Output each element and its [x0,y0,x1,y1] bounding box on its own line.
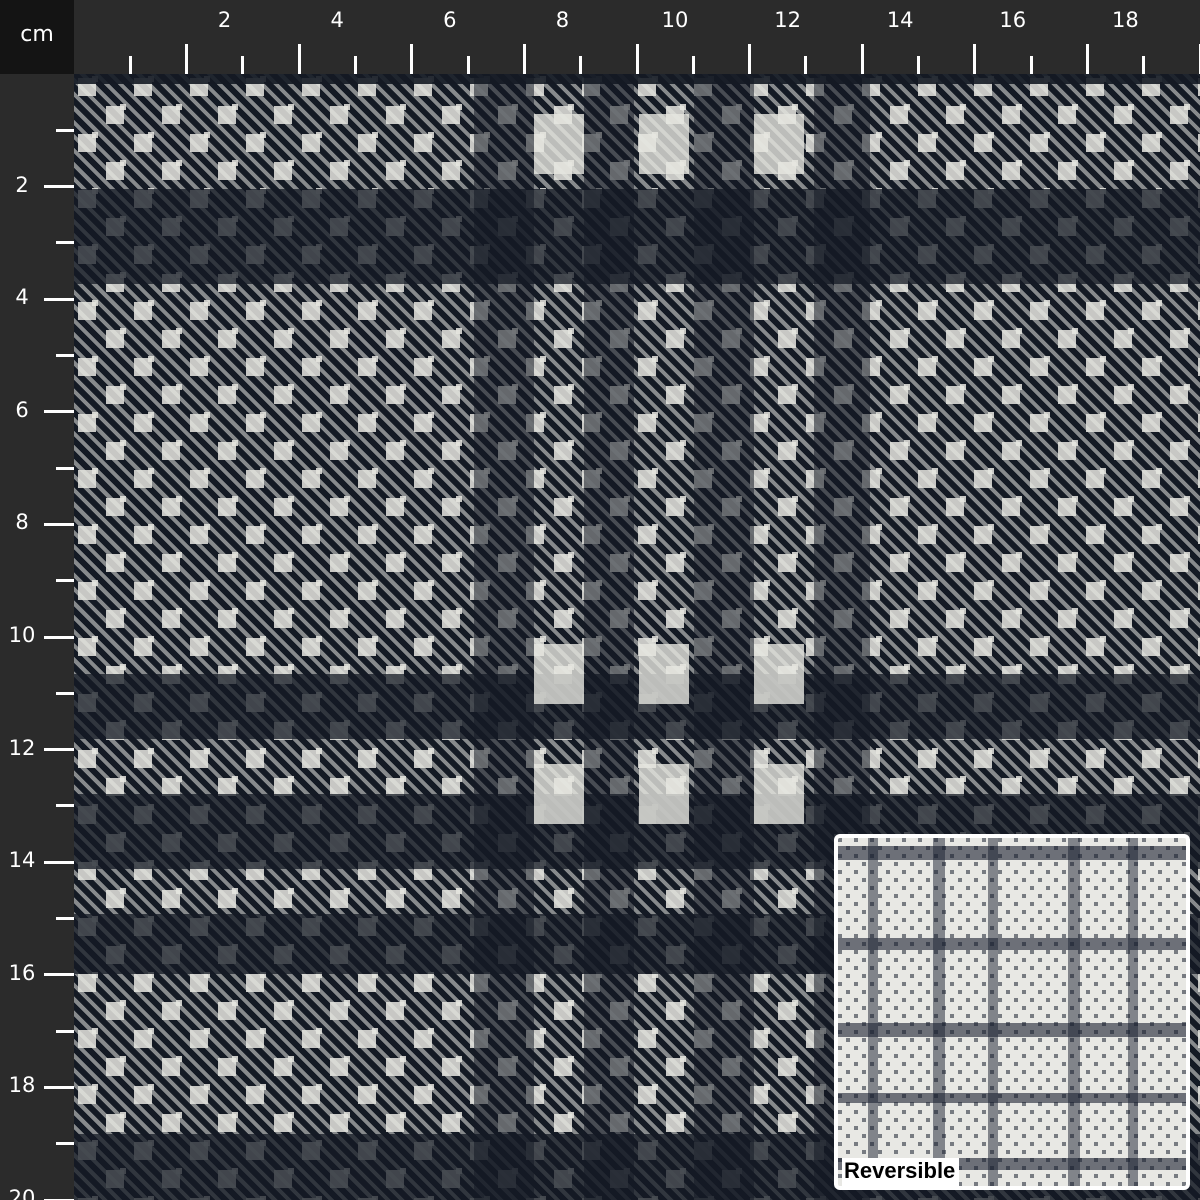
ruler-label: 14 [8,848,36,873]
ruler-label: 4 [330,8,344,32]
ruler-major-tick [410,44,414,74]
ruler-label: 20 [8,1186,36,1200]
ruler-major-tick [973,44,977,74]
ruler-major-tick [44,522,74,526]
ruler-minor-tick [579,56,583,74]
unit-label: cm [20,22,54,47]
ruler-minor-tick [56,917,74,920]
ruler-major-tick [44,185,74,189]
ruler-major-tick [185,44,189,74]
ruler-label: 2 [217,8,232,32]
ruler-major-tick [860,44,864,74]
ruler-label: 18 [8,1073,36,1098]
ruler-minor-tick [354,56,357,74]
ruler-label: 2 [15,172,29,197]
ruler-minor-tick [56,466,74,470]
ruler-minor-tick [1029,56,1033,74]
ruler-label: 8 [15,510,29,535]
ruler-minor-tick [56,241,74,245]
reversible-label: Reversible [842,1158,960,1186]
left-ruler: 2 4 6 8 10 12 14 16 18 20 [0,74,74,1200]
ruler-major-tick [44,297,74,301]
ruler-major-tick [44,748,74,752]
ruler-label: 12 [774,8,801,32]
ruler-minor-tick [917,56,920,74]
ruler-label: 16 [999,8,1027,32]
ruler-label: 12 [8,735,36,760]
ruler-label: 6 [443,8,457,32]
ruler-minor-tick [56,1029,74,1033]
ruler-major-tick [44,1085,74,1089]
ruler-label: 18 [1112,8,1139,32]
ruler-major-tick [635,44,639,74]
ruler-label: 14 [886,8,914,32]
reversible-pattern [838,838,1186,1186]
ruler-minor-tick [1142,56,1146,74]
ruler-label: 6 [15,397,29,422]
ruler-major-tick [44,973,74,977]
ruler-major-tick [44,410,74,414]
ruler-corner: cm [0,0,74,74]
ruler-minor-tick [691,56,695,74]
ruler-major-tick [522,44,526,74]
ruler-minor-tick [56,579,74,583]
ruler-minor-tick [56,804,74,808]
ruler-minor-tick [804,56,808,74]
ruler-label: 16 [8,960,36,985]
ruler-minor-tick [56,128,74,132]
ruler-minor-tick [56,1142,74,1146]
ruler-major-tick [44,635,74,639]
ruler-label: 10 [661,8,689,32]
ruler-minor-tick [56,354,74,357]
reversible-inset-image: Reversible [834,834,1190,1190]
ruler-minor-tick [466,56,470,74]
ruler-major-tick [1085,44,1089,74]
ruler-label: 10 [8,623,36,647]
ruler-major-tick [44,860,74,864]
ruler-label: 8 [555,8,570,32]
ruler-major-tick [748,44,752,74]
top-ruler: 246810121416182 [74,0,1200,74]
ruler-major-tick [297,44,301,74]
ruler-label: 4 [15,285,29,310]
ruler-minor-tick [128,56,132,74]
ruler-minor-tick [241,56,245,74]
ruler-minor-tick [56,691,74,695]
